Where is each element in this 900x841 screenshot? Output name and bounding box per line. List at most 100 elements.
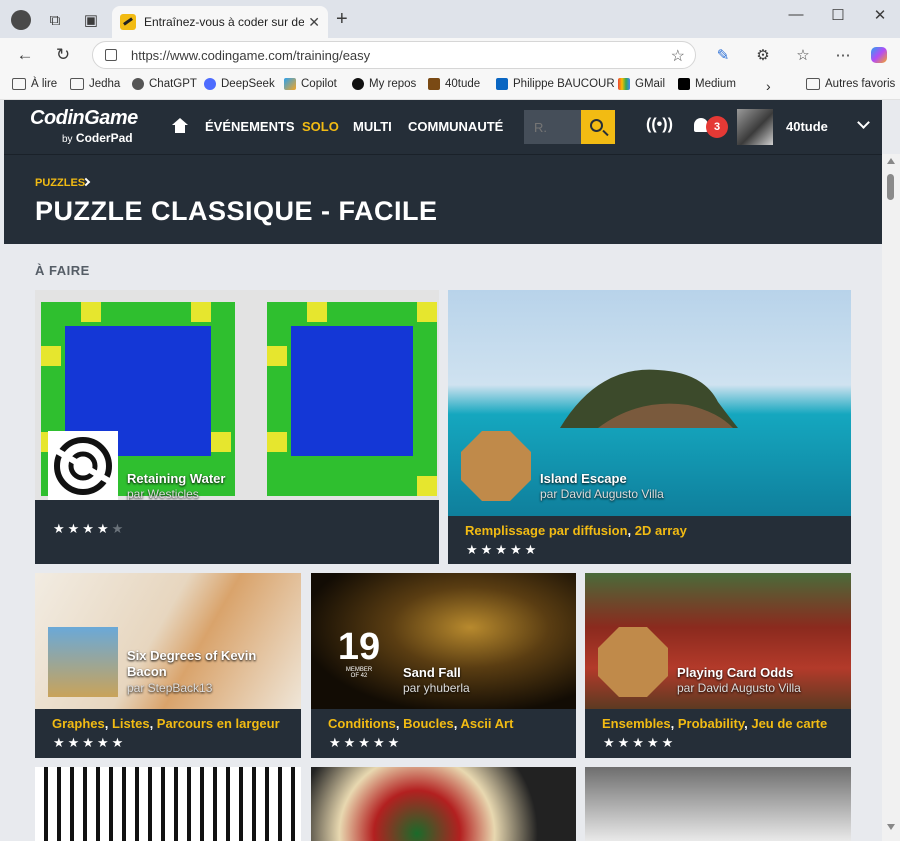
- search-icon: [590, 119, 603, 132]
- bookmark-linkedin[interactable]: Philippe BAUCOUR: [496, 78, 615, 90]
- extensions-icon[interactable]: ⚙: [752, 44, 774, 66]
- bookmark-my-repos[interactable]: My repos: [352, 78, 416, 90]
- puzzle-card-ascii-letters[interactable]: [585, 767, 851, 841]
- bookmark-other-favorites[interactable]: Autres favoris: [806, 78, 895, 90]
- puzzle-card-darts[interactable]: [311, 767, 576, 841]
- close-window-icon[interactable]: ✕: [860, 6, 900, 24]
- nav-multi[interactable]: MULTI: [353, 119, 392, 134]
- bookmark-medium[interactable]: Medium: [678, 78, 736, 90]
- tab-actions-icon[interactable]: ▣: [80, 9, 102, 31]
- more-menu-icon[interactable]: ⋯: [832, 44, 854, 66]
- folder-icon: [12, 78, 26, 90]
- puzzle-tags: Graphes, Listes, Parcours en largeur: [52, 716, 280, 731]
- chatgpt-icon: [132, 78, 144, 90]
- rating-stars: ★★★★★: [329, 735, 403, 750]
- puzzle-name: Island Escape: [540, 471, 627, 486]
- medium-icon: [678, 78, 690, 90]
- rating-stars: ★★★★★: [603, 735, 677, 750]
- puzzle-name: Retaining Water: [127, 471, 226, 486]
- kevin-bacon-thumbnail: [48, 627, 118, 697]
- codingame-logo[interactable]: CodinGame: [30, 107, 138, 130]
- codingame-favicon-icon: [120, 14, 136, 30]
- nav-events[interactable]: ÉVÉNEMENTS: [205, 119, 295, 134]
- scroll-down-icon[interactable]: [887, 824, 895, 830]
- puzzle-name: Playing Card Odds: [677, 665, 794, 680]
- bookmark-deepseek[interactable]: DeepSeek: [204, 78, 275, 90]
- david-villa-thumbnail: [461, 431, 531, 501]
- puzzle-card-footer: Graphes, Listes, Parcours en largeur ★★★…: [35, 709, 301, 758]
- puzzle-tags: Ensembles, Probability, Jeu de carte: [602, 716, 828, 731]
- rating-stars: ★★★★★: [53, 735, 127, 750]
- puzzle-author: par David Augusto Villa: [540, 487, 664, 501]
- workspaces-icon[interactable]: ⧉: [44, 9, 66, 31]
- scroll-up-icon[interactable]: [887, 158, 895, 164]
- folder-icon: [70, 78, 84, 90]
- favorite-star-icon[interactable]: ☆: [671, 46, 685, 66]
- linkedin-icon: [496, 78, 508, 90]
- maximize-icon[interactable]: ☐: [818, 6, 858, 24]
- active-tab[interactable]: Entraînez-vous à coder sur des ch ✕: [112, 6, 328, 38]
- codingame-page: CodinGame by CoderPad ÉVÉNEMENTS SOLO MU…: [4, 100, 882, 841]
- spiral-icon: [54, 437, 112, 495]
- notification-count-badge[interactable]: 3: [706, 116, 728, 138]
- puzzle-name: Sand Fall: [403, 665, 461, 680]
- puzzle-author: par Westicles: [127, 487, 199, 501]
- search-input[interactable]: [524, 110, 581, 144]
- puzzle-card-maze[interactable]: [35, 767, 301, 841]
- page-banner: PUZZLES PUZZLE CLASSIQUE - FACILE: [4, 154, 882, 244]
- lock-icon: [105, 49, 117, 61]
- home-icon[interactable]: [172, 118, 188, 134]
- avatar[interactable]: [737, 109, 773, 145]
- scroll-thumb[interactable]: [887, 174, 894, 200]
- bookmark-40tude[interactable]: 40tude: [428, 78, 480, 90]
- folder-icon: [806, 78, 820, 90]
- refresh-icon[interactable]: ↻: [52, 44, 74, 66]
- bookmark-chatgpt[interactable]: ChatGPT: [132, 78, 197, 90]
- page-title: PUZZLE CLASSIQUE - FACILE: [35, 196, 438, 226]
- bookmark-copilot[interactable]: Copilot: [284, 78, 337, 90]
- puzzle-tags: Conditions, Boucles, Ascii Art: [328, 716, 514, 731]
- coderpad-logo: by CoderPad: [62, 131, 133, 145]
- github-icon: [352, 78, 364, 90]
- puzzle-card-footer: Conditions, Boucles, Ascii Art ★★★★★: [311, 709, 576, 758]
- puzzle-author: par yhuberla: [403, 681, 470, 695]
- puzzle-card-footer: Ensembles, Probability, Jeu de carte ★★★…: [585, 709, 851, 758]
- favorites-icon[interactable]: ☆: [792, 44, 814, 66]
- nav-community[interactable]: COMMUNAUTÉ: [408, 119, 503, 134]
- copilot-pen-icon[interactable]: ✎: [712, 44, 734, 66]
- new-tab-icon[interactable]: +: [336, 8, 348, 31]
- puzzle-card-kevin-bacon[interactable]: Six Degrees of Kevin Bacon par StepBack1…: [35, 573, 301, 758]
- breadcrumb[interactable]: PUZZLES: [35, 177, 85, 189]
- nav-solo[interactable]: SOLO: [302, 119, 339, 134]
- more-bookmarks-chevron-icon[interactable]: ›: [766, 78, 771, 94]
- page-scrollbar[interactable]: [882, 154, 900, 841]
- puzzle-author: par David Augusto Villa: [677, 681, 801, 695]
- bookmark-a-lire[interactable]: À lire: [12, 78, 57, 90]
- puzzle-card-retaining-water[interactable]: Retaining Water par Westicles ★★★★★: [35, 290, 439, 564]
- puzzle-tags: Remplissage par diffusion, 2D array: [465, 523, 687, 538]
- member-of-42-badge: 19 MEMBER OF 42: [337, 626, 381, 679]
- chevron-down-icon[interactable]: [857, 116, 870, 129]
- back-icon[interactable]: ←: [14, 44, 36, 66]
- tab-title: Entraînez-vous à coder sur des ch: [144, 15, 304, 29]
- retaining-water-thumbnail: [48, 431, 118, 501]
- puzzle-card-playing-card-odds[interactable]: Playing Card Odds par David Augusto Vill…: [585, 573, 851, 758]
- url-text: https://www.codingame.com/training/easy: [131, 47, 371, 63]
- rating-stars: ★★★★★: [53, 521, 127, 536]
- bookmarks-bar: À lire Jedha ChatGPT DeepSeek Copilot My…: [0, 72, 900, 100]
- close-tab-icon[interactable]: ✕: [308, 14, 320, 31]
- search-button[interactable]: [581, 110, 615, 144]
- live-broadcast-icon[interactable]: ((•)): [646, 116, 673, 134]
- puzzle-card-island-escape[interactable]: Island Escape par David Augusto Villa Re…: [448, 290, 851, 564]
- puzzle-card-footer: ★★★★★: [35, 500, 439, 564]
- username[interactable]: 40tude: [786, 119, 828, 134]
- copilot-icon[interactable]: [868, 44, 890, 66]
- puzzle-card-sand-fall[interactable]: 19 MEMBER OF 42 Sand Fall par yhuberla C…: [311, 573, 576, 758]
- address-bar[interactable]: https://www.codingame.com/training/easy …: [92, 41, 696, 69]
- bookmark-jedha[interactable]: Jedha: [70, 78, 120, 90]
- bookmark-gmail[interactable]: GMail: [618, 78, 665, 90]
- david-villa-thumbnail: [598, 627, 668, 697]
- profile-icon[interactable]: [10, 9, 32, 31]
- minimize-icon[interactable]: —: [776, 6, 816, 23]
- browser-tab-bar: ⧉ ▣ Entraînez-vous à coder sur des ch ✕ …: [0, 0, 900, 38]
